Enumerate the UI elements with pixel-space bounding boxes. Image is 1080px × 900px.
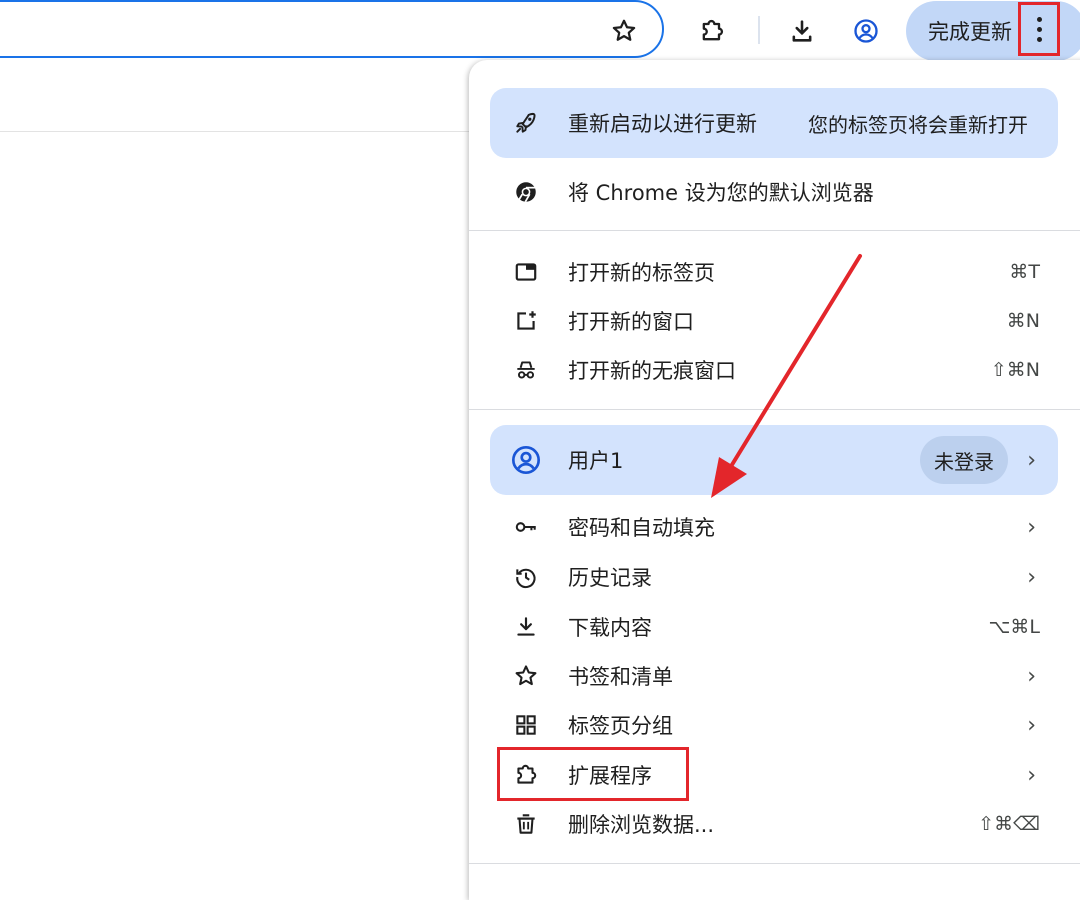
menu-item-tab-groups[interactable]: 标签页分组 › bbox=[469, 701, 1080, 749]
bookmarks-label: 书签和清单 bbox=[568, 665, 673, 689]
star-icon bbox=[612, 19, 636, 41]
clear-data-shortcut: ⇧⌘⌫ bbox=[978, 813, 1040, 835]
downloads-label: 下载内容 bbox=[568, 616, 652, 640]
browser-toolbar: 完成更新 bbox=[0, 0, 1080, 64]
tab-groups-icon bbox=[510, 709, 542, 741]
menu-item-downloads[interactable]: 下载内容 ⌥⌘L bbox=[469, 603, 1080, 651]
not-signed-in-badge[interactable]: 未登录 bbox=[920, 436, 1008, 484]
menu-item-extensions[interactable]: 扩展程序 › bbox=[469, 751, 1080, 799]
chevron-right-icon: › bbox=[1027, 663, 1036, 689]
profile-icon bbox=[510, 444, 542, 476]
menu-item-incognito[interactable]: 打开新的无痕窗口 ⇧⌘N bbox=[469, 346, 1080, 394]
chrome-main-menu: 重新启动以进行更新 您的标签页将会重新打开 将 Chrome 设为您的默认浏览器… bbox=[469, 60, 1080, 900]
menu-item-passwords[interactable]: 密码和自动填充 › bbox=[469, 503, 1080, 551]
restart-update-label: 重新启动以进行更新 bbox=[568, 112, 757, 136]
new-tab-icon bbox=[510, 256, 542, 288]
finish-update-label: 完成更新 bbox=[928, 20, 1012, 44]
extensions-button[interactable] bbox=[692, 11, 732, 51]
profile-button[interactable] bbox=[846, 11, 886, 51]
chevron-right-icon: › bbox=[1027, 447, 1036, 473]
rocket-icon bbox=[510, 107, 542, 139]
downloads-button[interactable] bbox=[782, 11, 822, 51]
extension-icon bbox=[510, 759, 542, 791]
page-divider bbox=[0, 131, 470, 132]
toolbar-separator bbox=[758, 16, 760, 44]
profile-icon bbox=[854, 19, 878, 43]
menu-separator bbox=[469, 409, 1080, 410]
extensions-label: 扩展程序 bbox=[568, 764, 652, 788]
tab-groups-label: 标签页分组 bbox=[568, 714, 673, 738]
history-icon bbox=[510, 561, 542, 593]
download-icon bbox=[510, 611, 542, 643]
menu-separator bbox=[469, 230, 1080, 231]
more-vert-icon[interactable] bbox=[1018, 2, 1060, 56]
chrome-icon bbox=[510, 176, 542, 208]
new-tab-label: 打开新的标签页 bbox=[568, 261, 715, 285]
extension-icon bbox=[702, 19, 724, 41]
bookmark-star-button[interactable] bbox=[604, 11, 644, 51]
passwords-label: 密码和自动填充 bbox=[568, 516, 715, 540]
restart-update-note: 您的标签页将会重新打开 bbox=[808, 112, 1028, 137]
menu-item-bookmarks[interactable]: 书签和清单 › bbox=[469, 652, 1080, 700]
incognito-label: 打开新的无痕窗口 bbox=[568, 359, 736, 383]
menu-item-new-tab[interactable]: 打开新的标签页 ⌘T bbox=[469, 248, 1080, 296]
address-bar[interactable] bbox=[0, 0, 664, 58]
download-icon bbox=[792, 20, 812, 42]
history-label: 历史记录 bbox=[568, 566, 652, 590]
chevron-right-icon: › bbox=[1027, 762, 1036, 788]
new-window-label: 打开新的窗口 bbox=[568, 310, 694, 334]
incognito-icon bbox=[510, 354, 542, 386]
menu-item-default-browser[interactable]: 将 Chrome 设为您的默认浏览器 bbox=[469, 168, 1080, 216]
menu-item-restart-update[interactable]: 重新启动以进行更新 您的标签页将会重新打开 bbox=[469, 88, 1080, 158]
key-icon bbox=[510, 511, 542, 543]
menu-separator bbox=[469, 863, 1080, 864]
chevron-right-icon: › bbox=[1027, 514, 1036, 540]
chevron-right-icon: › bbox=[1027, 564, 1036, 590]
menu-item-profile[interactable]: 用户1 未登录 › bbox=[469, 425, 1080, 495]
star-icon bbox=[510, 660, 542, 692]
new-window-icon bbox=[510, 305, 542, 337]
chevron-right-icon: › bbox=[1027, 712, 1036, 738]
menu-item-clear-data[interactable]: 删除浏览数据... ⇧⌘⌫ bbox=[469, 800, 1080, 848]
incognito-shortcut: ⇧⌘N bbox=[990, 359, 1040, 381]
menu-item-history[interactable]: 历史记录 › bbox=[469, 553, 1080, 601]
trash-icon bbox=[510, 808, 542, 840]
clear-data-label: 删除浏览数据... bbox=[568, 813, 715, 837]
new-tab-shortcut: ⌘T bbox=[1009, 261, 1040, 283]
profile-label: 用户1 bbox=[568, 449, 624, 473]
new-window-shortcut: ⌘N bbox=[1006, 310, 1040, 332]
downloads-shortcut: ⌥⌘L bbox=[988, 616, 1040, 638]
default-browser-label: 将 Chrome 设为您的默认浏览器 bbox=[568, 181, 874, 205]
menu-item-new-window[interactable]: 打开新的窗口 ⌘N bbox=[469, 297, 1080, 345]
